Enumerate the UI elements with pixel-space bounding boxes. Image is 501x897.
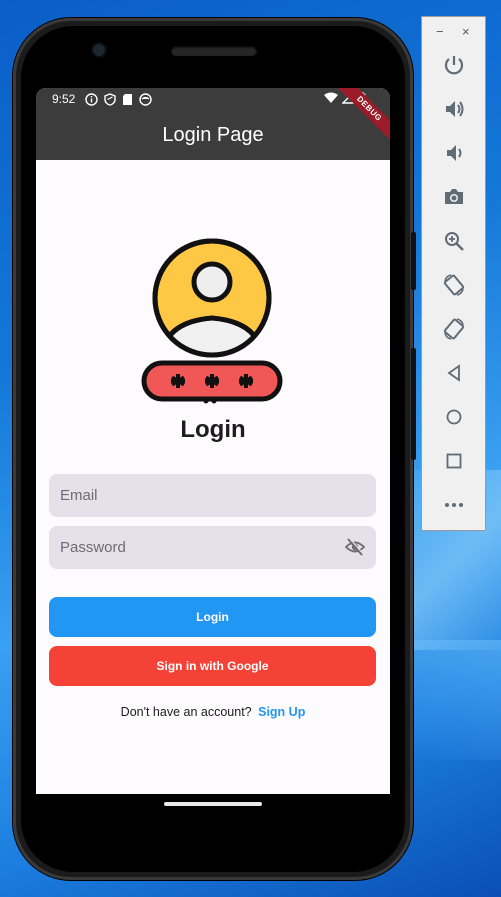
gesture-nav-pill[interactable]	[164, 802, 262, 806]
login-button[interactable]: Login	[49, 597, 376, 637]
page-title: Login Page	[162, 123, 264, 146]
volume-down-icon[interactable]	[442, 141, 466, 165]
login-heading: Login	[180, 416, 246, 443]
debug-banner: DEBUG	[332, 88, 390, 146]
volume-up-icon[interactable]	[442, 97, 466, 121]
zoom-icon[interactable]	[442, 229, 466, 253]
signup-link[interactable]: Sign Up	[258, 705, 305, 719]
earpiece-speaker	[171, 46, 257, 56]
phone-side-button-power[interactable]	[411, 232, 416, 290]
close-button[interactable]: ×	[462, 24, 470, 40]
debug-banner-container: DEBUG	[330, 88, 390, 148]
user-password-illustration	[141, 238, 283, 404]
phone-screen: 9:52 Login Page DEBUG Login Email Login …	[36, 88, 390, 794]
window-controls: − ×	[422, 24, 485, 40]
face-icon	[139, 92, 153, 106]
front-camera	[93, 44, 105, 56]
password-input[interactable]	[60, 539, 330, 556]
info-icon	[85, 92, 99, 106]
email-field[interactable]	[49, 474, 376, 517]
camera-icon[interactable]	[442, 185, 466, 209]
minimize-button[interactable]: −	[436, 24, 444, 40]
more-icon[interactable]	[442, 493, 466, 517]
phone-side-button-volume[interactable]	[411, 348, 416, 460]
login-form-area: Login Login Sign in with Google Don't ha…	[36, 160, 390, 794]
visibility-off-icon[interactable]	[344, 537, 366, 561]
password-field[interactable]	[49, 526, 376, 569]
power-icon[interactable]	[442, 53, 466, 77]
rotate-left-icon[interactable]	[442, 273, 466, 297]
rotate-right-icon[interactable]	[442, 317, 466, 341]
shield-icon	[104, 92, 117, 106]
status-time: 9:52	[52, 92, 76, 106]
signup-row: Don't have an account? Sign Up	[36, 705, 390, 719]
desktop-wallpaper-glow-lower	[401, 640, 501, 760]
home-icon[interactable]	[442, 405, 466, 429]
google-sign-in-button[interactable]: Sign in with Google	[49, 646, 376, 686]
overview-icon[interactable]	[442, 449, 466, 473]
sd-card-icon	[122, 93, 133, 106]
signup-prompt: Don't have an account?	[120, 705, 252, 719]
back-icon[interactable]	[442, 361, 466, 385]
emulator-toolbar: − ×	[421, 16, 486, 531]
email-input[interactable]	[60, 487, 330, 504]
